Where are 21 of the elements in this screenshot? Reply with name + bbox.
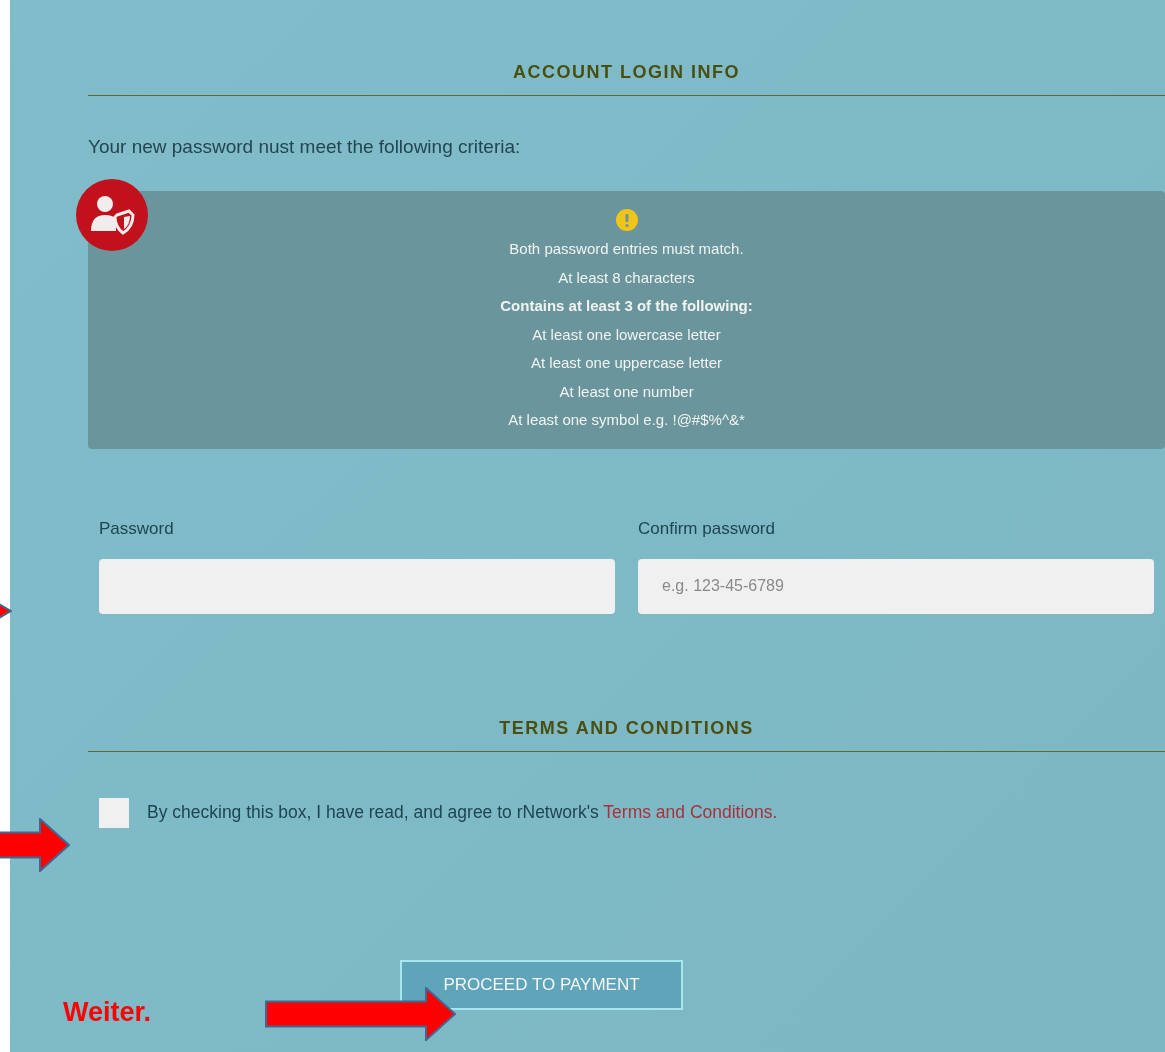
- annotation-note: Weiter.: [63, 997, 152, 1028]
- criteria-intro: Your new password nust meet the following criteria:: [88, 136, 522, 158]
- agreement-text: By checking this box, I have read, and agree to rNetwork's Terms and Conditions.: [147, 802, 778, 823]
- terms-link[interactable]: Terms and Conditions.: [603, 802, 778, 822]
- warning-icon: [615, 209, 638, 231]
- criteria-line: At least 8 characters: [558, 267, 695, 288]
- proceed-button[interactable]: PROCEED TO PAYMENT: [400, 959, 683, 1010]
- criteria-line: At least one uppercase letter: [531, 353, 722, 373]
- field-label: Confirm password: [638, 518, 776, 539]
- criteria-line: Contains at least 3 of the following:: [500, 296, 753, 316]
- section-heading: ACCOUNT LOGIN INFO: [88, 0, 1165, 96]
- criteria-line: Both password entries must match.: [509, 239, 744, 259]
- terms-checkbox[interactable]: [99, 797, 129, 828]
- field-label: Password: [99, 518, 175, 539]
- annotation-arrow: [0, 818, 70, 872]
- section-heading: TERMS AND CONDITIONS: [88, 613, 1165, 752]
- criteria-line: At least one symbol e.g. !@#$%^&*: [508, 410, 745, 430]
- password-field[interactable]: e.g. 123-45-6789: [638, 558, 1154, 614]
- password-field[interactable]: [99, 558, 615, 614]
- criteria-line: At least one lowercase letter: [532, 324, 721, 345]
- criteria-line: At least one number: [559, 381, 694, 402]
